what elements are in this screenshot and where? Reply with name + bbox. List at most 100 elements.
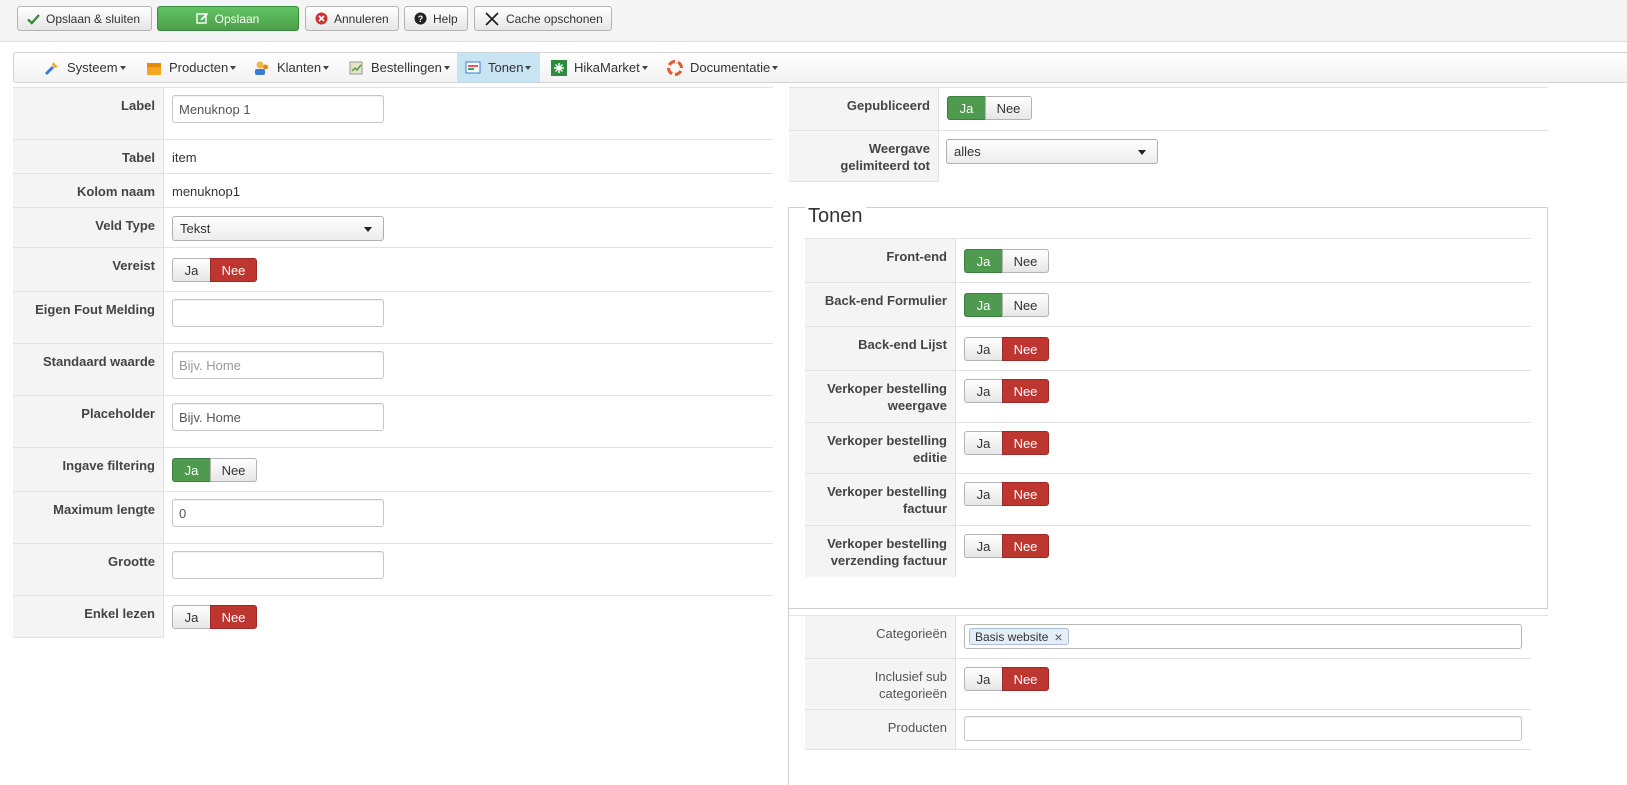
field-label: Back-end Lijst [805, 327, 956, 370]
label-input[interactable] [172, 95, 384, 123]
filtering-yes[interactable]: Ja [172, 458, 210, 482]
label-line: Verkoper bestelling [827, 381, 947, 396]
menu-label-klanten: Klanten [277, 60, 322, 75]
field-label: Verkoper bestelling weergave [805, 371, 956, 422]
chevron-down-icon [364, 227, 372, 232]
frontend-yes[interactable]: Ja [964, 249, 1002, 273]
error-message-input[interactable] [172, 299, 384, 327]
limited-to-value: alles [954, 144, 981, 159]
main-menu: Systeem Producten Klanten Bestellingen T… [13, 52, 1627, 83]
category-tag: Basis website × [969, 628, 1069, 645]
vendor-view-yes[interactable]: Ja [964, 379, 1002, 403]
toolbar: Opslaan & sluiten Opslaan Annuleren ? He… [0, 0, 1627, 42]
menu-item-documentatie[interactable]: Documentatie [665, 53, 779, 82]
label-line: Verkoper bestelling [827, 484, 947, 499]
row-size: Grootte [13, 544, 773, 596]
categories-input[interactable]: Basis website × [964, 624, 1522, 649]
menu-item-systeem[interactable]: Systeem [42, 53, 137, 82]
label-line: verzending factuur [830, 553, 947, 568]
close-icon[interactable]: × [1054, 630, 1062, 644]
divider [788, 609, 789, 785]
field-label: Ingave filtering [13, 448, 164, 491]
published-toggle: Ja Nee [947, 96, 1032, 120]
clear-cache-button[interactable]: Cache opschonen [474, 6, 612, 31]
field-label: Label [13, 88, 164, 139]
vendor-edit-no[interactable]: Nee [1002, 431, 1049, 455]
help-button[interactable]: ? Help [404, 6, 468, 31]
row-vendor-shipping: Verkoper bestelling verzending factuur [805, 526, 956, 577]
row-vendor-edit: Verkoper bestelling editie Ja Nee [805, 423, 1531, 474]
backend-list-toggle: Ja Nee [964, 337, 1049, 361]
limited-to-select[interactable]: alles [946, 139, 1158, 164]
published-yes[interactable]: Ja [947, 96, 985, 120]
row-placeholder: Placeholder [13, 396, 773, 448]
menu-item-producten[interactable]: Producten [144, 53, 244, 82]
clear-cache-label: Cache opschonen [506, 11, 603, 26]
readonly-toggle: Ja Nee [172, 605, 257, 629]
row-required: Vereist Ja Nee [13, 248, 773, 292]
cancel-label: Annuleren [334, 11, 389, 26]
field-label: Kolom naam [13, 174, 164, 207]
include-sub-no[interactable]: Nee [1002, 667, 1049, 691]
placeholder-input[interactable] [172, 403, 384, 431]
vendor-invoice-no[interactable]: Nee [1002, 482, 1049, 506]
default-value-input[interactable] [172, 351, 384, 379]
broom-icon [485, 11, 499, 26]
save-button[interactable]: Opslaan [157, 6, 299, 31]
required-no[interactable]: Nee [210, 258, 257, 282]
field-label: Front-end [805, 239, 956, 282]
backend-form-no[interactable]: Nee [1002, 293, 1049, 317]
chevron-down-icon [230, 66, 237, 70]
field-label: Maximum lengte [13, 492, 164, 543]
field-type-value: Tekst [180, 221, 211, 236]
field-label: Gepubliceerd [789, 88, 939, 130]
orders-icon [349, 61, 363, 74]
field-label: Producten [805, 710, 956, 749]
category-tag-label: Basis website [975, 629, 1049, 644]
field-label: Weergave gelimiteerd tot [789, 131, 939, 181]
cancel-button[interactable]: Annuleren [305, 6, 399, 31]
row-limited-to: Weergave gelimiteerd tot [789, 131, 939, 182]
row-frontend: Front-end Ja Nee [805, 239, 1531, 283]
backend-form-yes[interactable]: Ja [964, 293, 1002, 317]
menu-label-bestellingen: Bestellingen [371, 60, 442, 75]
frontend-no[interactable]: Nee [1002, 249, 1049, 273]
backend-list-no[interactable]: Nee [1002, 337, 1049, 361]
published-no[interactable]: Nee [985, 96, 1032, 120]
tonen-legend: Tonen [805, 205, 866, 227]
field-type-select[interactable]: Tekst [172, 216, 384, 241]
menu-item-tonen[interactable]: Tonen [457, 53, 540, 82]
menu-item-klanten[interactable]: Klanten [252, 53, 344, 82]
label-line: factuur [902, 501, 947, 516]
vendor-edit-yes[interactable]: Ja [964, 431, 1002, 455]
save-close-button[interactable]: Opslaan & sluiten [17, 6, 152, 31]
vendor-invoice-yes[interactable]: Ja [964, 482, 1002, 506]
filtering-no[interactable]: Nee [210, 458, 257, 482]
label-line: categorieën [879, 686, 947, 701]
readonly-no[interactable]: Nee [210, 605, 257, 629]
row-column-name: Kolom naam menuknop1 [13, 174, 773, 208]
field-label: Tabel [13, 140, 164, 173]
size-input[interactable] [172, 551, 384, 579]
column-name-value: menuknop1 [172, 184, 240, 199]
menu-item-bestellingen[interactable]: Bestellingen [346, 53, 456, 82]
field-label: Enkel lezen [13, 596, 164, 637]
frontend-toggle: Ja Nee [964, 249, 1049, 273]
max-length-input[interactable] [172, 499, 384, 527]
required-toggle: Ja Nee [172, 258, 257, 282]
vendor-shipping-yes[interactable]: Ja [964, 534, 1002, 558]
vendor-shipping-toggle: Ja Nee [964, 534, 1049, 558]
readonly-yes[interactable]: Ja [172, 605, 210, 629]
row-label: Label [13, 88, 773, 140]
row-published: Gepubliceerd Ja Nee [789, 88, 1548, 131]
row-vendor-invoice: Verkoper bestelling factuur Ja Nee [805, 474, 1531, 526]
menu-item-hikamarket[interactable]: HikaMarket [549, 53, 649, 82]
products-input[interactable] [964, 716, 1522, 741]
vendor-view-no[interactable]: Nee [1002, 379, 1049, 403]
include-sub-yes[interactable]: Ja [964, 667, 1002, 691]
required-yes[interactable]: Ja [172, 258, 210, 282]
vendor-shipping-no[interactable]: Nee [1002, 534, 1049, 558]
vendor-invoice-toggle: Ja Nee [964, 482, 1049, 506]
backend-list-yes[interactable]: Ja [964, 337, 1002, 361]
filtering-toggle: Ja Nee [172, 458, 257, 482]
